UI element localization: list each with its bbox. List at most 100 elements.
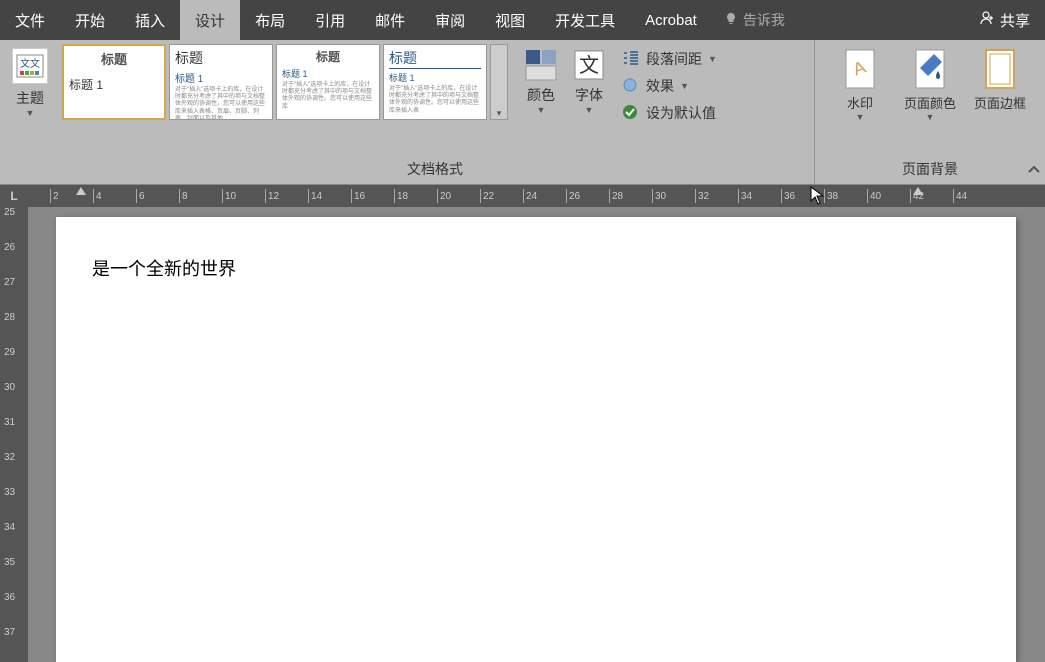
ruler-tick: 33 <box>4 487 15 498</box>
chevron-down-icon: ▼ <box>680 81 689 91</box>
ruler-tick: 42 <box>910 185 953 207</box>
page-bg-label: 页面背景 <box>821 159 1039 182</box>
chevron-down-icon: ▼ <box>537 105 546 115</box>
ruler-tick: 31 <box>4 417 15 428</box>
watermark-icon: A <box>840 47 880 91</box>
ruler-tick: 29 <box>4 347 15 358</box>
themes-button[interactable]: 文文 主题 ▼ <box>6 44 54 122</box>
svg-text:文文: 文文 <box>20 57 40 70</box>
watermark-button[interactable]: A 水印 ▼ <box>827 44 893 125</box>
menu-references[interactable]: 引用 <box>300 0 360 40</box>
ruler-tick: 30 <box>4 382 15 393</box>
menu-bar: 文件 开始 插入 设计 布局 引用 邮件 审阅 视图 开发工具 Acrobat … <box>0 0 1045 40</box>
style-thumb-1[interactable]: 标题 标题 1 <box>62 44 166 120</box>
ruler-tick: 32 <box>695 185 738 207</box>
ruler-tick: 6 <box>136 185 179 207</box>
watermark-label: 水印 <box>847 93 873 112</box>
ruler-tick: 40 <box>867 185 910 207</box>
chevron-down-icon: ▼ <box>708 54 717 64</box>
tell-me-search[interactable]: 告诉我 <box>712 0 797 40</box>
style-thumb-4[interactable]: 标题 标题 1 对于"插入"选项卡上的库，在设计时都充分考虑了其中的项与文档整体… <box>383 44 487 120</box>
themes-label: 主题 <box>16 88 44 108</box>
paragraph-spacing-button[interactable]: 段落间距 ▼ <box>618 46 721 72</box>
ruler-tick: 20 <box>437 185 480 207</box>
tell-me-label: 告诉我 <box>743 10 785 30</box>
menu-layout[interactable]: 布局 <box>240 0 300 40</box>
menu-home[interactable]: 开始 <box>60 0 120 40</box>
fonts-button[interactable]: 文 字体 ▼ <box>566 44 612 118</box>
ruler-tick: 22 <box>480 185 523 207</box>
set-default-button[interactable]: 设为默认值 <box>618 100 721 126</box>
effects-button[interactable]: 效果 ▼ <box>618 73 721 99</box>
collapse-ribbon-button[interactable] <box>1027 163 1041 180</box>
svg-text:文: 文 <box>579 54 599 77</box>
format-options: 段落间距 ▼ 效果 ▼ 设为默认值 <box>616 44 723 128</box>
themes-group: 文文 主题 ▼ <box>0 40 56 184</box>
menu-file[interactable]: 文件 <box>0 0 60 40</box>
style-thumb-3[interactable]: 标题 标题 1 对于"插入"选项卡上的库，在设计时都充分考虑了其中的项与文档整体… <box>276 44 380 120</box>
style-gallery: 标题 标题 1 标题 标题 1 对于"插入"选项卡上的库，在设计时都充分考虑了其… <box>62 44 508 120</box>
ruler-tick: 28 <box>4 312 15 323</box>
menu-view[interactable]: 视图 <box>480 0 540 40</box>
chevron-down-icon: ▼ <box>26 108 35 118</box>
ruler-tick: 44 <box>953 185 996 207</box>
ruler-tick: 34 <box>738 185 781 207</box>
effects-label: 效果 <box>646 76 674 96</box>
ruler-corner[interactable]: L <box>0 185 28 207</box>
menu-design[interactable]: 设计 <box>180 0 240 40</box>
colors-icon <box>523 47 559 83</box>
ruler-tick: 16 <box>351 185 394 207</box>
horizontal-ruler[interactable]: 2468101214161820222426283032343638404244 <box>28 185 1045 207</box>
lightbulb-icon <box>724 12 738 29</box>
ruler-tick: 26 <box>566 185 609 207</box>
menu-mail[interactable]: 邮件 <box>360 0 420 40</box>
ruler-tick: 36 <box>781 185 824 207</box>
document-viewport[interactable]: 是一个全新的世界 <box>28 207 1045 662</box>
page-bg-group: A 水印 ▼ 页面颜色 ▼ <box>815 40 1045 184</box>
ruler-tick: 30 <box>652 185 695 207</box>
fonts-icon: 文 <box>571 47 607 83</box>
page-color-icon <box>910 47 950 91</box>
style-thumb-2[interactable]: 标题 标题 1 对于"插入"选项卡上的库，在设计时都充分考虑了其中的项与文档整体… <box>169 44 273 120</box>
page-color-button[interactable]: 页面颜色 ▼ <box>897 44 963 125</box>
menu-insert[interactable]: 插入 <box>120 0 180 40</box>
ribbon: 文文 主题 ▼ 标题 标题 1 标题 标题 1 <box>0 40 1045 185</box>
content-area: 25262728293031323334353637 是一个全新的世界 <box>0 207 1045 662</box>
menu-devtools[interactable]: 开发工具 <box>540 0 630 40</box>
ruler-tick: 32 <box>4 452 15 463</box>
chevron-down-icon: ▾ <box>497 108 502 119</box>
themes-icon: 文文 <box>12 48 48 84</box>
doc-format-group: 标题 标题 1 标题 标题 1 对于"插入"选项卡上的库，在设计时都充分考虑了其… <box>56 40 815 184</box>
ruler-tick: 25 <box>4 207 15 218</box>
ruler-tick: 4 <box>93 185 136 207</box>
menu-review[interactable]: 审阅 <box>420 0 480 40</box>
colors-button[interactable]: 颜色 ▼ <box>518 44 564 118</box>
paragraph-spacing-label: 段落间距 <box>646 49 702 69</box>
document-text[interactable]: 是一个全新的世界 <box>92 255 980 281</box>
ruler-tick: 24 <box>523 185 566 207</box>
gallery-more-button[interactable]: ▾ <box>490 44 508 120</box>
page-color-label: 页面颜色 <box>904 93 956 112</box>
set-default-label: 设为默认值 <box>646 103 716 123</box>
document-page[interactable]: 是一个全新的世界 <box>56 217 1016 662</box>
ruler-tick: 12 <box>265 185 308 207</box>
colors-label: 颜色 <box>527 85 555 105</box>
vertical-ruler[interactable]: 25262728293031323334353637 <box>0 207 28 662</box>
chevron-down-icon: ▼ <box>926 112 935 122</box>
ruler-tick: 34 <box>4 522 15 533</box>
ruler-tick: 27 <box>4 277 15 288</box>
page-border-button[interactable]: 页面边框 <box>967 44 1033 115</box>
ruler-tick: 10 <box>222 185 265 207</box>
share-button[interactable]: 共享 <box>964 0 1045 40</box>
ruler-tick: 37 <box>4 627 15 638</box>
ruler-tick: 36 <box>4 592 15 603</box>
ruler-tick: 14 <box>308 185 351 207</box>
ruler-tick: 38 <box>824 185 867 207</box>
doc-format-label: 文档格式 <box>62 159 808 182</box>
chevron-down-icon: ▼ <box>585 105 594 115</box>
menu-acrobat[interactable]: Acrobat <box>630 0 712 40</box>
share-label: 共享 <box>1000 10 1030 31</box>
ruler-tick: 2 <box>50 185 93 207</box>
paragraph-spacing-icon <box>622 50 640 69</box>
ruler-tick: 8 <box>179 185 222 207</box>
